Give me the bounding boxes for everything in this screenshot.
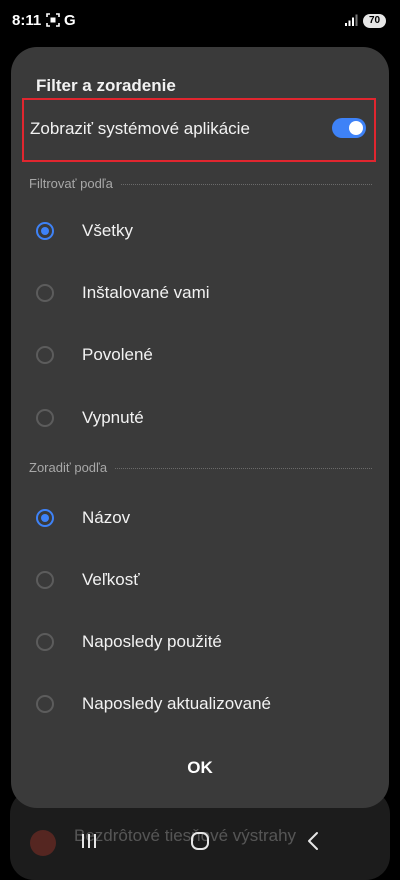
- status-time: 8:11: [12, 12, 42, 29]
- sort-option-label: Názov: [82, 508, 131, 527]
- sort-section-header: Zoradiť podľa: [29, 460, 372, 476]
- battery-icon: 70: [363, 14, 386, 28]
- sort-option-last-used[interactable]: Naposledy použité: [11, 614, 389, 670]
- status-bar: 8:11 G 70: [0, 0, 400, 44]
- ok-button[interactable]: OK: [150, 749, 250, 787]
- dialog-title: Filter a zoradenie: [36, 76, 176, 95]
- navigation-bar: [0, 815, 400, 867]
- filter-option-disabled[interactable]: Vypnuté: [11, 390, 389, 446]
- screenshot-icon: [46, 13, 60, 27]
- status-g-icon: G: [64, 12, 76, 29]
- recents-icon[interactable]: [79, 833, 99, 849]
- radio-unselected-icon: [36, 571, 54, 589]
- radio-unselected-icon: [36, 409, 54, 427]
- filter-option-label: Inštalované vami: [82, 283, 210, 302]
- sort-section-label: Zoradiť podľa: [29, 460, 116, 475]
- sort-option-last-updated[interactable]: Naposledy aktualizované: [11, 676, 389, 732]
- radio-unselected-icon: [36, 695, 54, 713]
- signal-icon: [345, 14, 358, 26]
- highlight-box: [22, 98, 376, 162]
- filter-section-label: Filtrovať podľa: [29, 176, 121, 191]
- filter-option-all[interactable]: Všetky: [11, 203, 389, 259]
- sort-option-label: Veľkosť: [82, 570, 140, 589]
- filter-section-header: Filtrovať podľa: [29, 176, 372, 192]
- filter-sort-dialog: Filter a zoradenie Zobraziť systémové ap…: [11, 47, 389, 808]
- back-icon[interactable]: [304, 831, 324, 851]
- radio-selected-icon: [36, 222, 54, 240]
- filter-option-label: Všetky: [82, 221, 134, 240]
- filter-option-installed[interactable]: Inštalované vami: [11, 265, 389, 321]
- sort-option-label: Naposledy aktualizované: [82, 694, 272, 713]
- home-icon[interactable]: [190, 831, 210, 851]
- radio-unselected-icon: [36, 633, 54, 651]
- sort-option-label: Naposledy použité: [82, 632, 222, 651]
- radio-unselected-icon: [36, 284, 54, 302]
- filter-option-label: Vypnuté: [82, 408, 144, 427]
- filter-option-label: Povolené: [82, 345, 153, 364]
- radio-selected-icon: [36, 509, 54, 527]
- sort-option-size[interactable]: Veľkosť: [11, 552, 389, 608]
- radio-unselected-icon: [36, 346, 54, 364]
- filter-option-enabled[interactable]: Povolené: [11, 327, 389, 383]
- sort-option-name[interactable]: Názov: [11, 490, 389, 546]
